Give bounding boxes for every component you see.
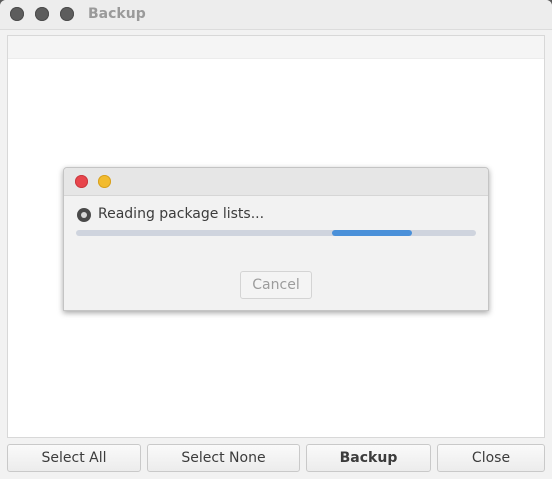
- select-all-button[interactable]: Select All: [7, 444, 141, 472]
- window-title: Backup: [88, 6, 146, 22]
- close-button[interactable]: Close: [437, 444, 545, 472]
- progress-dialog: Reading package lists... Cancel: [63, 167, 489, 311]
- window-titlebar[interactable]: Backup: [0, 0, 552, 30]
- select-none-button[interactable]: Select None: [147, 444, 300, 472]
- dialog-titlebar[interactable]: [64, 168, 488, 196]
- dialog-close-icon[interactable]: [75, 175, 88, 188]
- close-icon[interactable]: [10, 7, 24, 21]
- backup-button[interactable]: Backup: [306, 444, 431, 472]
- progress-bar-fill: [332, 230, 412, 236]
- spinner-icon: [77, 208, 91, 222]
- minimize-icon[interactable]: [35, 7, 49, 21]
- status-text: Reading package lists...: [98, 206, 265, 222]
- list-header: [8, 36, 544, 59]
- maximize-icon[interactable]: [60, 7, 74, 21]
- dialog-minimize-icon[interactable]: [98, 175, 111, 188]
- cancel-button[interactable]: Cancel: [240, 271, 312, 299]
- progress-bar: [76, 230, 476, 236]
- backup-window: Backup Select All Select None Backup Clo…: [0, 0, 552, 479]
